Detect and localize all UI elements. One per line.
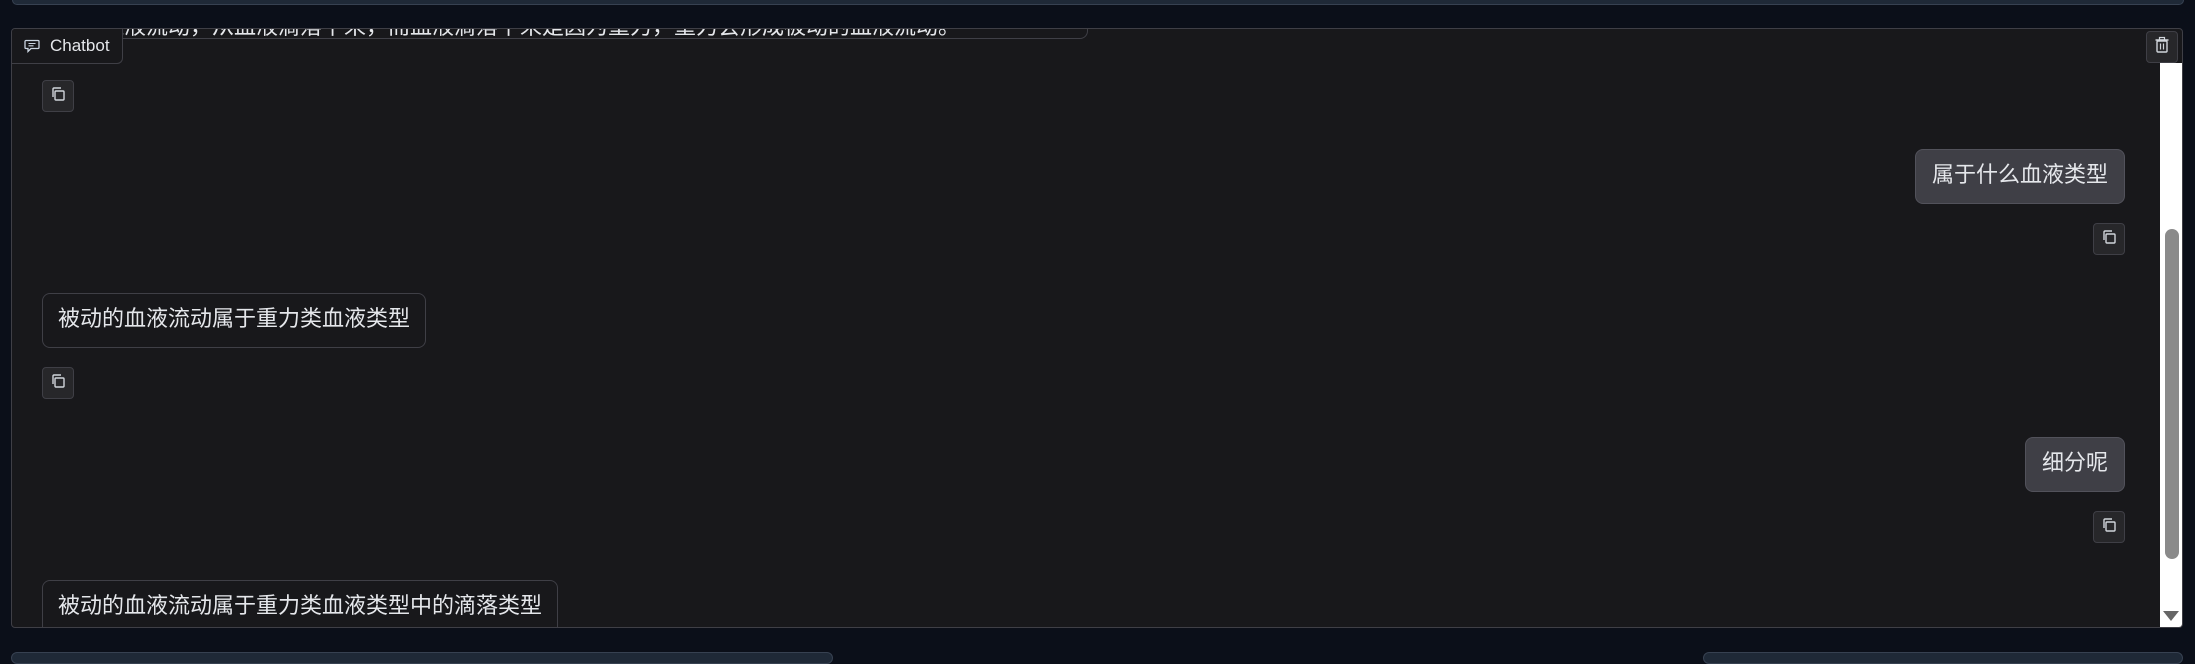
copy-icon bbox=[2101, 229, 2117, 249]
user-message-text: 属于什么血液类型 bbox=[1931, 163, 2108, 188]
chatbot-label: Chatbot bbox=[12, 29, 123, 64]
scrollbar-thumb[interactable] bbox=[2165, 229, 2179, 559]
chatbot-panel: Chatbot 动的血液流动，从血液滴落下来，而血液滴落下来是因为重力，重力会形… bbox=[11, 28, 2183, 628]
trash-icon bbox=[2154, 36, 2170, 58]
chatbot-title: Chatbot bbox=[50, 36, 110, 55]
bot-message-text: 动的血液流动，从血液滴落下来，而血液滴落下来是因为重力，重力会形成被动的血液流动… bbox=[58, 29, 960, 38]
bot-message-text: 被动的血液流动属于重力类血液类型中的滴落类型 bbox=[58, 594, 543, 619]
user-message: 细分呢 bbox=[2024, 437, 2125, 492]
user-message: 属于什么血液类型 bbox=[1914, 149, 2125, 204]
copy-button[interactable] bbox=[2093, 223, 2125, 255]
copy-icon bbox=[50, 86, 66, 106]
bottom-panel-left bbox=[11, 652, 833, 664]
scroll-down-arrow-icon[interactable] bbox=[2163, 611, 2179, 621]
bot-message: 被动的血液流动属于重力类血液类型 bbox=[42, 293, 427, 348]
bot-message: 动的血液流动，从血液滴落下来，而血液滴落下来是因为重力，重力会形成被动的血液流动… bbox=[42, 29, 1088, 39]
chat-scrollbar[interactable] bbox=[2160, 63, 2182, 627]
clear-chat-button[interactable] bbox=[2146, 31, 2178, 63]
copy-button[interactable] bbox=[42, 367, 74, 399]
user-message-text: 细分呢 bbox=[2041, 451, 2108, 476]
bottom-panel-right bbox=[1703, 652, 2183, 664]
copy-button[interactable] bbox=[2093, 511, 2125, 543]
top-panel-edge bbox=[12, 0, 2184, 5]
copy-icon bbox=[2101, 517, 2117, 537]
bot-message: 被动的血液流动属于重力类血液类型中的滴落类型 bbox=[42, 580, 559, 627]
copy-button[interactable] bbox=[42, 80, 74, 112]
chat-bubble-icon bbox=[24, 39, 40, 53]
bot-message-text: 被动的血液流动属于重力类血液类型 bbox=[58, 307, 411, 332]
copy-icon bbox=[50, 373, 66, 393]
